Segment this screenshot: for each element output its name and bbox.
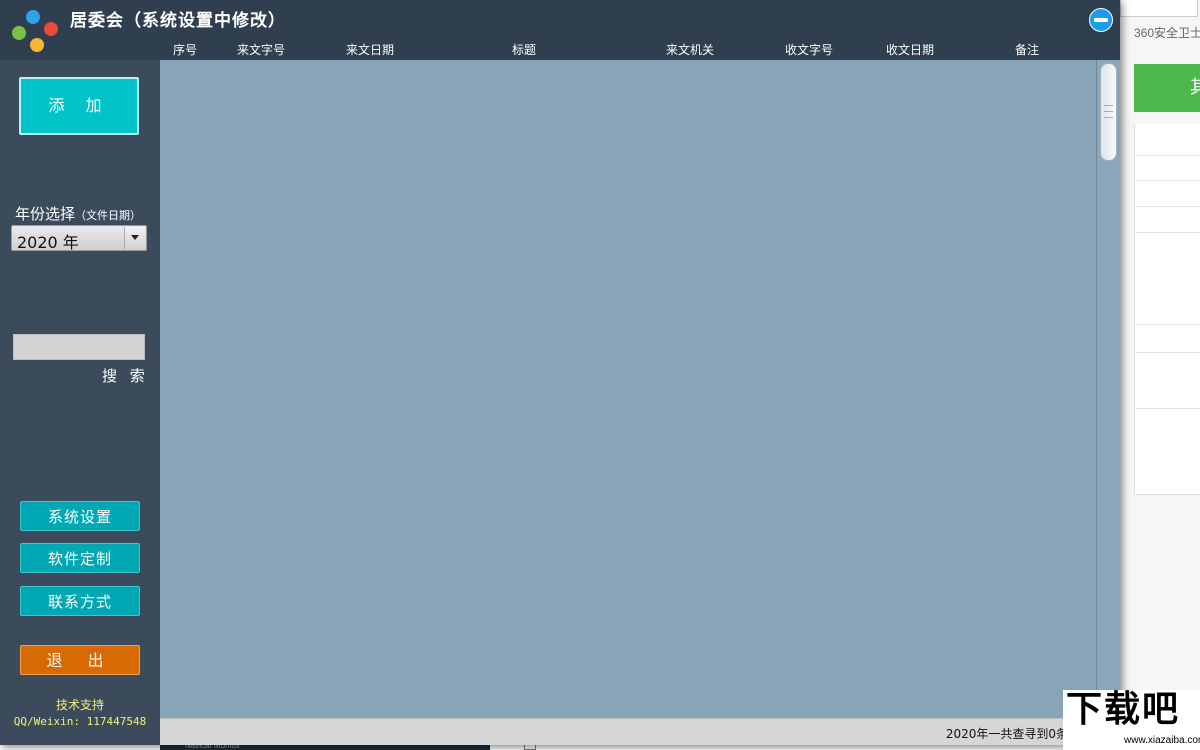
title-bar: 居委会（系统设置中修改） 序号 来文字号 来文日期 标题 来文机关 收文字号 收… bbox=[0, 0, 1120, 60]
minimize-icon[interactable] bbox=[1089, 8, 1113, 32]
background-divider bbox=[1134, 206, 1200, 207]
logo-dot-red bbox=[44, 22, 58, 36]
background-app-text: 360安全卫士 bbox=[1134, 26, 1200, 40]
grip-line bbox=[1104, 111, 1113, 112]
software-customize-button[interactable]: 软件定制 bbox=[20, 543, 140, 573]
system-settings-button[interactable]: 系统设置 bbox=[20, 501, 140, 531]
exit-button[interactable]: 退 出 bbox=[20, 645, 140, 675]
background-divider bbox=[1134, 232, 1200, 233]
scrollbar-thumb[interactable] bbox=[1100, 63, 1117, 161]
watermark-logo: 下载吧 bbox=[1066, 689, 1181, 730]
column-header-remarks[interactable]: 备注 bbox=[1015, 41, 1039, 58]
column-header-sender[interactable]: 来文机关 bbox=[666, 41, 714, 58]
column-header-title[interactable]: 标题 bbox=[512, 41, 536, 58]
contact-button[interactable]: 联系方式 bbox=[20, 586, 140, 616]
main-window: 居委会（系统设置中修改） 序号 来文字号 来文日期 标题 来文机关 收文字号 收… bbox=[0, 0, 1120, 745]
logo-dot-yellow bbox=[30, 38, 44, 52]
watermark-url: www.xiazaiba.com bbox=[1124, 735, 1200, 746]
background-divider bbox=[1134, 155, 1200, 156]
tech-support-contact: QQ/Weixin: 117447548 bbox=[13, 715, 147, 728]
search-input[interactable] bbox=[13, 334, 145, 360]
sidebar: 添 加 年份选择（文件日期） 2020 年 搜 索 系统设置 软件定制 联系方式… bbox=[0, 60, 158, 745]
vertical-scrollbar[interactable] bbox=[1096, 60, 1120, 718]
year-dropdown[interactable]: 2020 年 bbox=[11, 225, 147, 252]
table-header: 序号 来文字号 来文日期 标题 来文机关 收文字号 收文日期 备注 bbox=[160, 40, 1096, 60]
background-divider bbox=[1134, 324, 1200, 325]
records-table-area[interactable] bbox=[160, 60, 1096, 718]
logo-dot-green bbox=[12, 26, 26, 40]
year-select-label: 年份选择（文件日期） bbox=[15, 203, 141, 224]
grip-line bbox=[1104, 105, 1113, 106]
add-button[interactable]: 添 加 bbox=[19, 77, 139, 135]
background-input-box bbox=[1120, 0, 1198, 17]
status-bar: 2020年一共查寻到0条 bbox=[160, 718, 1120, 745]
column-header-incoming-number[interactable]: 来文字号 bbox=[237, 41, 285, 58]
search-button[interactable]: 搜 索 bbox=[102, 365, 149, 386]
chevron-down-icon[interactable] bbox=[124, 227, 145, 249]
column-header-receipt-number[interactable]: 收文字号 bbox=[785, 41, 833, 58]
background-green-button: 其 bbox=[1134, 64, 1200, 112]
year-label-hint: （文件日期） bbox=[75, 209, 142, 222]
status-text: 2020年一共查寻到0条 bbox=[945, 727, 1068, 741]
background-divider bbox=[1134, 352, 1200, 353]
background-divider bbox=[1134, 408, 1200, 409]
year-label-text: 年份选择 bbox=[15, 205, 76, 223]
column-header-incoming-date[interactable]: 来文日期 bbox=[346, 41, 394, 58]
background-divider bbox=[1134, 180, 1200, 181]
logo-dot-blue bbox=[26, 10, 40, 24]
colored-dots-logo-icon bbox=[10, 8, 60, 54]
app-title: 居委会（系统设置中修改） bbox=[70, 11, 286, 31]
grip-line bbox=[1104, 117, 1113, 118]
year-dropdown-value: 2020 年 bbox=[17, 233, 79, 252]
tech-support-label: 技术支持 bbox=[55, 698, 104, 712]
column-header-receipt-date[interactable]: 收文日期 bbox=[886, 41, 934, 58]
column-header-index[interactable]: 序号 bbox=[173, 41, 197, 58]
